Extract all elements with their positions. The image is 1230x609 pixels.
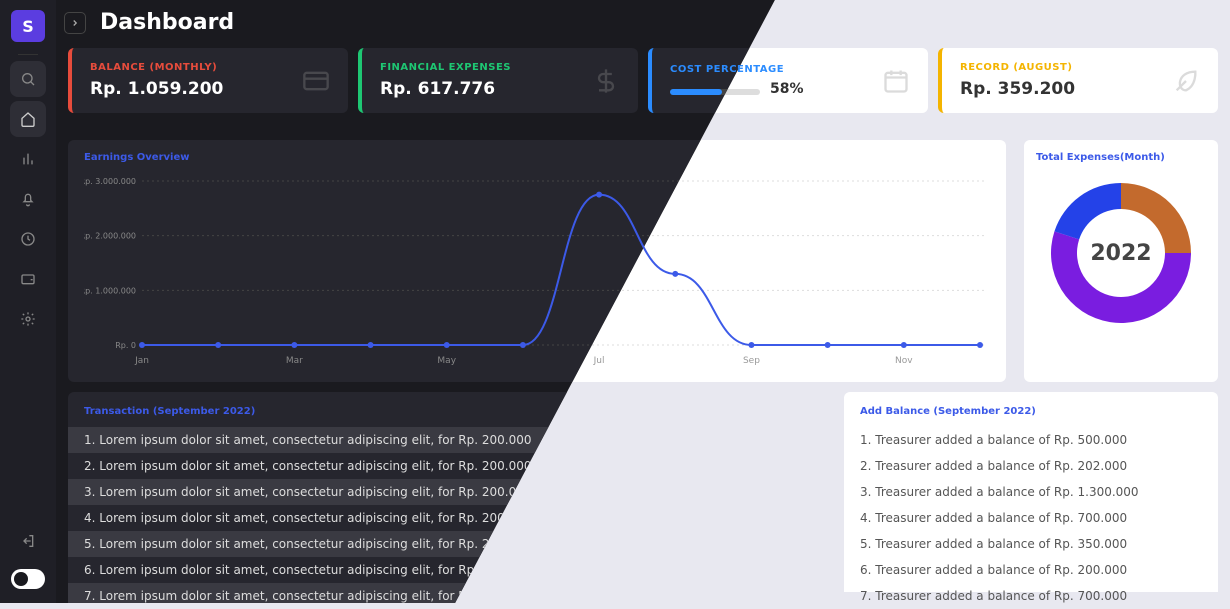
card-value: Rp. 617.776 bbox=[380, 79, 511, 99]
wallet-icon[interactable] bbox=[10, 261, 46, 297]
table-row[interactable]: 5. Treasurer added a balance of Rp. 350.… bbox=[844, 531, 1218, 557]
table-row[interactable]: 3. Treasurer added a balance of Rp. 1.30… bbox=[844, 479, 1218, 505]
chart-icon[interactable] bbox=[10, 141, 46, 177]
search-icon[interactable] bbox=[10, 61, 46, 97]
svg-text:Mar: Mar bbox=[286, 356, 303, 366]
donut-panel[interactable]: Total Expenses(Month) 2022 bbox=[1024, 140, 1218, 382]
svg-text:Jan: Jan bbox=[134, 356, 149, 366]
card-icon bbox=[302, 67, 330, 95]
dollar-icon bbox=[592, 67, 620, 95]
svg-text:Sep: Sep bbox=[743, 356, 760, 366]
card-label: FINANCIAL EXPENSES bbox=[380, 62, 511, 73]
svg-text:Rp. 2.000.000: Rp. 2.000.000 bbox=[84, 232, 136, 241]
page-title: Dashboard bbox=[100, 10, 234, 35]
panel-title: Total Expenses(Month) bbox=[1036, 152, 1206, 163]
table-row[interactable]: 2. Treasurer added a balance of Rp. 202.… bbox=[844, 453, 1218, 479]
bell-icon[interactable] bbox=[10, 181, 46, 217]
svg-text:Jul: Jul bbox=[593, 356, 605, 366]
theme-toggle[interactable] bbox=[11, 569, 45, 589]
panel-title: Add Balance (September 2022) bbox=[844, 406, 1218, 417]
svg-text:Rp. 3.000.000: Rp. 3.000.000 bbox=[84, 177, 136, 186]
card-balance[interactable]: BALANCE (MONTHLY) Rp. 1.059.200 bbox=[68, 48, 348, 113]
app-logo[interactable]: S bbox=[11, 10, 45, 42]
history-icon[interactable] bbox=[10, 221, 46, 257]
table-row[interactable]: 4. Treasurer added a balance of Rp. 700.… bbox=[844, 505, 1218, 531]
card-value: 58% bbox=[770, 81, 804, 97]
card-record[interactable]: RECORD (AUGUST) Rp. 359.200 bbox=[938, 48, 1218, 113]
svg-text:May: May bbox=[437, 356, 456, 366]
card-value: Rp. 359.200 bbox=[960, 79, 1075, 99]
svg-text:Rp. 1.000.000: Rp. 1.000.000 bbox=[84, 286, 136, 295]
home-icon[interactable] bbox=[10, 101, 46, 137]
card-expenses[interactable]: FINANCIAL EXPENSES Rp. 617.776 bbox=[358, 48, 638, 113]
svg-text:Rp. 0: Rp. 0 bbox=[115, 341, 136, 350]
table-row[interactable]: 1. Treasurer added a balance of Rp. 500.… bbox=[844, 427, 1218, 453]
card-value: Rp. 1.059.200 bbox=[90, 79, 223, 99]
leaf-icon bbox=[1172, 67, 1200, 95]
svg-text:Nov: Nov bbox=[895, 356, 913, 366]
logout-icon[interactable] bbox=[10, 523, 46, 559]
calendar-icon bbox=[882, 67, 910, 95]
card-label: RECORD (AUGUST) bbox=[960, 62, 1075, 73]
back-button[interactable] bbox=[64, 12, 86, 34]
sidebar: S bbox=[0, 0, 56, 603]
donut-center: 2022 bbox=[1041, 173, 1201, 333]
table-row[interactable]: 7. Treasurer added a balance of Rp. 700.… bbox=[844, 583, 1218, 609]
table-row[interactable]: 6. Treasurer added a balance of Rp. 200.… bbox=[844, 557, 1218, 583]
balance-log-panel: Add Balance (September 2022) 1. Treasure… bbox=[844, 392, 1218, 592]
card-label: BALANCE (MONTHLY) bbox=[90, 62, 223, 73]
gear-icon[interactable] bbox=[10, 301, 46, 337]
